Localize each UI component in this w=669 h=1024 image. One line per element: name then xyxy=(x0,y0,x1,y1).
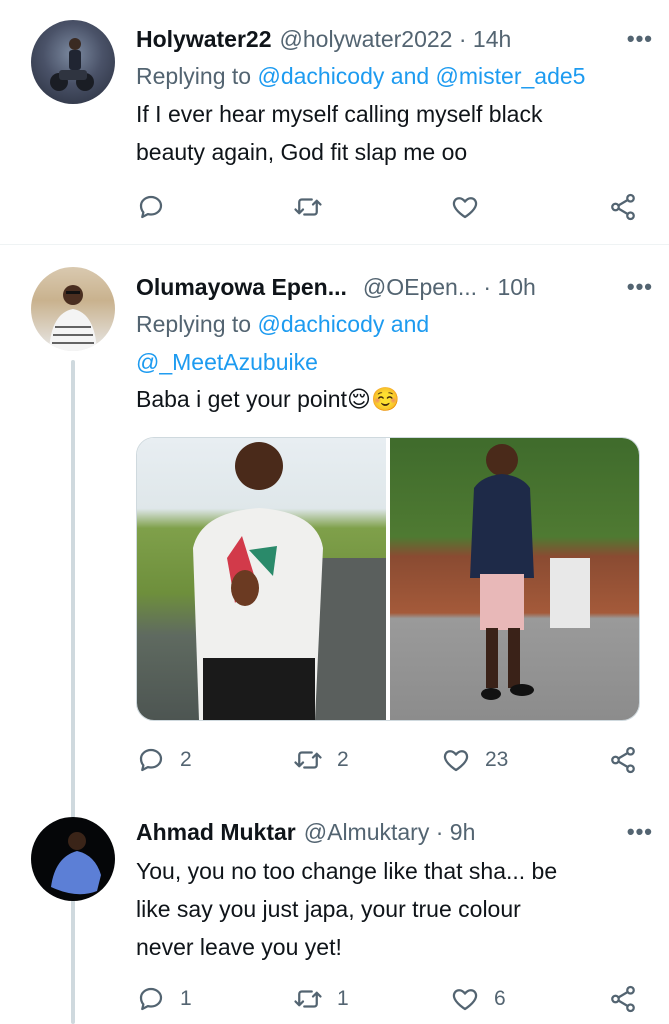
reply-button[interactable]: 1 xyxy=(136,979,192,1019)
share-button[interactable] xyxy=(608,740,638,780)
heart-icon xyxy=(443,750,469,772)
mention-link[interactable]: @_MeetAzubuike xyxy=(136,349,318,375)
handle-and-time[interactable]: @OEpen... · 10h xyxy=(363,274,536,301)
tweet[interactable]: Olumayowa Epen... @OEpen... · 10h ••• Re… xyxy=(0,245,669,800)
handle-and-time[interactable]: @Almuktary · 9h xyxy=(304,819,476,846)
display-name[interactable]: Holywater22 xyxy=(136,26,272,53)
like-count: 6 xyxy=(494,987,506,1010)
retweet-button[interactable]: 2 xyxy=(293,740,349,780)
tweet-actions: 1 1 6 xyxy=(136,979,644,1019)
share-icon xyxy=(611,985,635,1013)
share-button[interactable] xyxy=(608,979,638,1019)
replying-to-prefix: Replying to xyxy=(136,63,252,89)
avatar[interactable] xyxy=(31,817,115,901)
tweet-text-line: like say you just japa, your true colour xyxy=(136,896,521,922)
tweet-text: Baba i get your point😌☺️ xyxy=(136,380,639,418)
more-options-icon[interactable]: ••• xyxy=(627,274,653,300)
retweet-icon xyxy=(294,198,322,216)
avatar[interactable] xyxy=(31,20,115,104)
reply-icon xyxy=(139,748,163,772)
tweet-actions xyxy=(136,187,644,227)
retweet-count: 2 xyxy=(337,748,349,771)
tweet-text: If I ever hear myself calling myself bla… xyxy=(136,95,639,171)
like-count: 23 xyxy=(485,748,509,771)
mention-link[interactable]: @mister_ade5 xyxy=(436,63,586,89)
replying-joiner: and xyxy=(390,311,430,337)
mention-link[interactable]: @dachicody xyxy=(257,63,384,89)
share-icon xyxy=(611,193,635,221)
like-button[interactable]: 23 xyxy=(441,740,508,780)
tweet-photo[interactable] xyxy=(390,438,639,720)
like-button[interactable]: 6 xyxy=(450,979,506,1019)
retweet-count: 1 xyxy=(337,987,349,1010)
like-button[interactable] xyxy=(450,187,494,227)
reply-count: 1 xyxy=(180,987,192,1010)
tweet-text-line: Baba i get your point😌☺️ xyxy=(136,386,400,412)
tweet-text-line: You, you no too change like that sha... … xyxy=(136,858,558,884)
reply-icon xyxy=(139,987,163,1011)
replying-joiner: and xyxy=(390,63,430,89)
reply-icon xyxy=(139,195,163,219)
tweet-text: You, you no too change like that sha... … xyxy=(136,852,639,966)
replying-to: Replying to @dachicody and @_MeetAzubuik… xyxy=(136,305,536,381)
replying-to: Replying to @dachicody and @mister_ade5 xyxy=(136,57,585,95)
tweet-actions: 2 2 23 xyxy=(136,740,644,780)
share-button[interactable] xyxy=(608,187,638,227)
handle-and-time[interactable]: @holywater2022 · 14h xyxy=(280,26,512,53)
tweet-text-line: never leave you yet! xyxy=(136,934,342,960)
reply-button[interactable]: 2 xyxy=(136,740,192,780)
tweet-text-line: If I ever hear myself calling myself bla… xyxy=(136,101,543,127)
tweet-text-line: beauty again, God fit slap me oo xyxy=(136,139,468,165)
more-options-icon[interactable]: ••• xyxy=(627,819,653,845)
display-name[interactable]: Ahmad Muktar xyxy=(136,819,296,846)
replying-to-prefix: Replying to xyxy=(136,311,252,337)
tweet[interactable]: Holywater22 @holywater2022 · 14h ••• Rep… xyxy=(0,0,669,244)
retweet-icon xyxy=(294,990,322,1008)
heart-icon xyxy=(452,989,478,1011)
tweet-media[interactable] xyxy=(136,437,640,721)
retweet-button[interactable]: 1 xyxy=(293,979,349,1019)
retweet-button[interactable] xyxy=(293,187,337,227)
tweet-photo[interactable] xyxy=(137,438,386,720)
more-options-icon[interactable]: ••• xyxy=(627,26,653,52)
avatar[interactable] xyxy=(31,267,115,351)
retweet-icon xyxy=(294,751,322,769)
tweet[interactable]: Ahmad Muktar @Almuktary · 9h ••• You, yo… xyxy=(0,800,669,1024)
mention-link[interactable]: @dachicody xyxy=(257,311,384,337)
reply-count: 2 xyxy=(180,748,192,771)
display-name[interactable]: Olumayowa Epen... xyxy=(136,274,347,301)
reply-button[interactable] xyxy=(136,187,180,227)
heart-icon xyxy=(452,197,478,219)
share-icon xyxy=(611,746,635,774)
